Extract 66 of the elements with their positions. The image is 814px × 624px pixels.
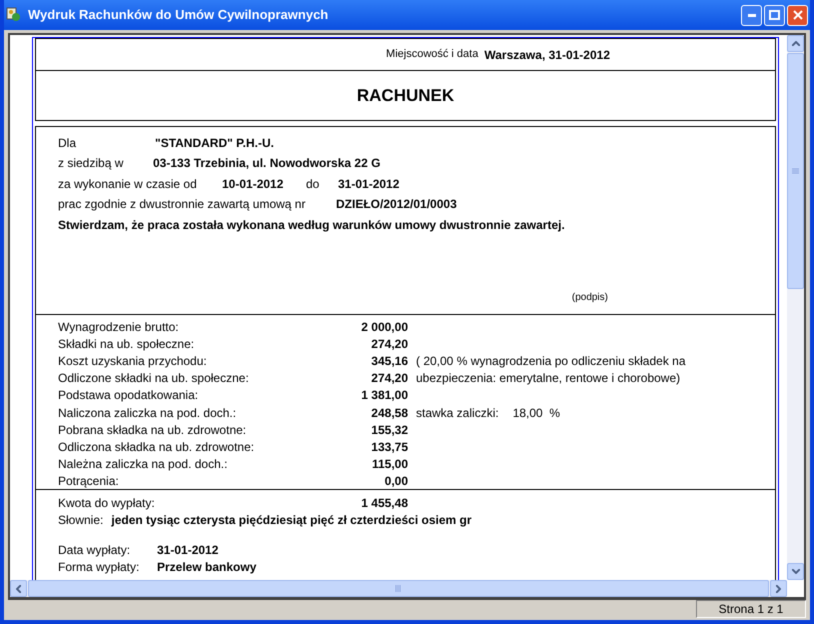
grip-icon — [792, 168, 799, 174]
scroll-right-button[interactable] — [770, 580, 787, 597]
minimize-icon — [748, 14, 756, 16]
maximize-button[interactable] — [764, 4, 785, 26]
amount-words: jeden tysiąc czterysta pięćdziesiąt pięć zł czterdzieści osiem gr — [111, 512, 472, 528]
close-icon — [792, 10, 802, 20]
arrow-down-icon — [792, 569, 800, 574]
field-label: Forma wypłaty: — [58, 558, 140, 576]
maximize-icon — [769, 10, 780, 20]
amount-label: Podstawa opodatkowania: — [58, 387, 200, 404]
amount-words-label: Słownie: — [58, 512, 104, 528]
minimize-button[interactable] — [741, 4, 762, 26]
amount-label: Pobrana składka na ub. zdrowotne: — [58, 422, 248, 439]
amount-value: 345,16 — [370, 352, 408, 370]
amount-value: 1 455,48 — [360, 494, 408, 512]
amount-value: 155,32 — [370, 422, 408, 439]
field-value: 03-133 Trzebinia, ul. Nowodworska 22 G — [153, 155, 380, 172]
field-value: DZIEŁO/2012/01/0003 — [336, 196, 457, 213]
page-indicator: Strona 1 z 1 — [696, 600, 806, 618]
signature-label: (podpis) — [572, 291, 608, 305]
amount-note: ( 20,00 % wynagrodzenia po odliczeniu składek na — [416, 352, 686, 370]
amount-note: ubezpieczenia: emerytalne, rentowe i chorobowe) — [416, 370, 680, 388]
close-button[interactable] — [787, 4, 808, 26]
document-title: RACHUNEK — [356, 84, 454, 107]
field-label: prac zgodnie z dwustronnie zawartą umową nr — [58, 196, 306, 213]
amount-value: 274,20 — [370, 370, 408, 388]
amount-value: 274,20 — [370, 336, 408, 353]
amount-label: Koszt uzyskania przychodu: — [58, 352, 208, 370]
field-value: 31-01-2012 — [338, 176, 400, 192]
amount-label: Należna zaliczka na pod. doch.: — [58, 456, 228, 474]
amount-note: stawka zaliczki: — [416, 404, 499, 422]
amount-label: Odliczona składka na ub. zdrowotne: — [58, 438, 256, 456]
amount-value: 133,75 — [370, 438, 408, 456]
grip-icon — [395, 585, 402, 592]
window-title: Wydruk Rachunków do Umów Cywilnoprawnych — [28, 6, 330, 24]
amount-value: 115,00 — [370, 456, 408, 474]
amount-label: Potrącenia: — [58, 473, 120, 490]
field-label: z siedzibą w — [58, 155, 124, 172]
amount-value: 2 000,00 — [360, 318, 408, 336]
amount-label: Odliczone składki na ub. społeczne: — [58, 370, 250, 388]
statement: Stwierdzam, że praca została wykonana według warunków umowy dwustronnie zawartej. — [58, 216, 565, 234]
field-value: "STANDARD" P.H.-U. — [155, 135, 274, 152]
field-value: 10-01-2012 — [222, 176, 284, 192]
field-label: do — [306, 176, 320, 192]
place-label: Miejscowość i data — [386, 47, 478, 62]
place-date: Warszawa, 31-01-2012 — [484, 46, 610, 64]
amount-label: Wynagrodzenie brutto: — [58, 318, 180, 336]
scroll-up-button[interactable] — [787, 35, 804, 52]
amount-value: 1 381,00 — [360, 387, 408, 404]
field-label: za wykonanie w czasie od — [58, 176, 198, 192]
field-value: 31-01-2012 — [157, 542, 218, 558]
field-label: Data wypłaty: — [58, 542, 132, 558]
arrow-right-icon — [776, 584, 781, 592]
amount-label: Składki na ub. społeczne: — [58, 336, 196, 353]
field-value: Przelew bankowy — [157, 558, 256, 576]
app-icon — [6, 7, 22, 23]
amount-value: 0,00 — [384, 473, 408, 490]
amount-value: 248,58 — [370, 404, 408, 422]
scroll-left-button[interactable] — [10, 580, 27, 597]
amount-label: Naliczona zaliczka na pod. doch.: — [58, 404, 238, 422]
scroll-down-button[interactable] — [787, 563, 804, 580]
arrow-left-icon — [16, 584, 21, 592]
amount-note: 18,00 % — [512, 404, 560, 422]
field-label: Dla — [58, 135, 78, 152]
amount-label: Kwota do wypłaty: — [58, 494, 156, 512]
arrow-up-icon — [792, 41, 800, 46]
